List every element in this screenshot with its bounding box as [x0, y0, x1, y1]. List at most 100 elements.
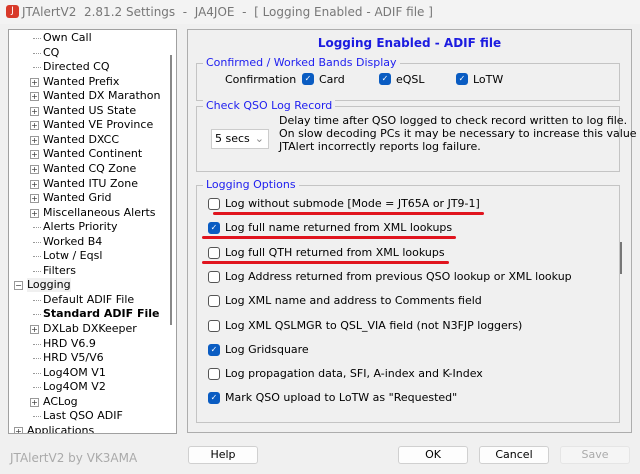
tree-item[interactable]: + ACLog: [9, 395, 169, 409]
band-checkbox-label[interactable]: eQSL: [396, 73, 425, 86]
save-button[interactable]: Save: [560, 446, 630, 464]
ok-button[interactable]: OK: [398, 446, 468, 464]
options-scrollbar[interactable]: [620, 242, 622, 274]
expand-icon[interactable]: +: [30, 325, 39, 334]
option-checkbox[interactable]: [208, 319, 220, 332]
band-checkbox[interactable]: ✓: [456, 73, 468, 85]
band-checkbox[interactable]: ✓: [379, 73, 391, 85]
expand-icon[interactable]: +: [14, 426, 23, 433]
expand-icon[interactable]: +: [30, 106, 39, 116]
tree-item[interactable]: + Wanted Grid: [9, 191, 169, 205]
tree-item-label: Default ADIF File: [43, 292, 135, 306]
tree-line: [33, 387, 41, 389]
expand-icon[interactable]: +: [30, 92, 39, 102]
tree-item[interactable]: Log4OM V1: [9, 366, 169, 380]
expand-icon[interactable]: +: [30, 77, 39, 87]
expand-icon[interactable]: +: [30, 194, 39, 204]
settings-tree[interactable]: Own Call CQ Directed CQ + Wanted Prefix + Want…: [8, 29, 177, 434]
tree-item[interactable]: + Miscellaneous Alerts: [9, 206, 169, 220]
option-label[interactable]: Log without submode [Mode = JT65A or JT9…: [225, 197, 480, 210]
tree-item[interactable]: Directed CQ: [9, 60, 169, 74]
tree-item[interactable]: CQ: [9, 46, 169, 60]
band-checkbox-label[interactable]: Card: [319, 73, 345, 86]
tree-item[interactable]: + Wanted DXCC: [9, 133, 169, 147]
option-checkbox[interactable]: ✓: [208, 392, 220, 405]
desc-line: On slow decoding PCs it may be necessary…: [279, 127, 640, 140]
tree-item[interactable]: HRD V5/V6: [9, 351, 169, 365]
band-checkbox[interactable]: ✓: [302, 73, 314, 85]
tree-item[interactable]: − Logging: [9, 278, 169, 293]
tree-item[interactable]: Alerts Priority: [9, 220, 169, 234]
option-checkbox[interactable]: [208, 295, 220, 308]
expand-icon[interactable]: +: [30, 135, 39, 145]
tree-item[interactable]: + Wanted VE Province: [9, 118, 169, 132]
tree-item-label: Logging: [27, 278, 71, 293]
option-label[interactable]: Log XML name and address to Comments fie…: [225, 294, 482, 307]
tree-item-label: Wanted DXCC: [43, 132, 120, 146]
option-checkbox[interactable]: ✓: [208, 222, 220, 235]
option-checkbox[interactable]: [208, 246, 220, 259]
tree-item[interactable]: + Wanted Prefix: [9, 75, 169, 89]
option-checkbox[interactable]: [208, 270, 220, 283]
tree-line: [33, 343, 41, 345]
option-label[interactable]: Log Address returned from previous QSO l…: [225, 270, 572, 283]
expand-icon[interactable]: +: [30, 164, 39, 174]
tree-item[interactable]: HRD V6.9: [9, 337, 169, 351]
check-qso-group: Check QSO Log Record 5 secs ⌄ Delay time …: [196, 99, 640, 172]
tree-item-label: Standard ADIF File: [43, 307, 160, 321]
help-button[interactable]: Help: [188, 446, 258, 464]
option-checkbox[interactable]: ✓: [208, 343, 220, 356]
tree-scrollbar[interactable]: [170, 55, 172, 325]
tree-item[interactable]: Standard ADIF File: [9, 307, 169, 321]
option-label[interactable]: Log full name returned from XML lookups: [225, 221, 452, 234]
tree-item[interactable]: + Wanted US State: [9, 104, 169, 118]
tree-item-label: Wanted Continent: [43, 147, 143, 161]
option-label[interactable]: Log Gridsquare: [225, 343, 309, 356]
app-icon: J: [6, 5, 19, 18]
expand-icon[interactable]: +: [30, 179, 39, 189]
tree-item[interactable]: + Wanted CQ Zone: [9, 162, 169, 176]
option-label[interactable]: Log full QTH returned from XML lookups: [225, 246, 445, 259]
desc-line: Delay time after QSO logged to check rec…: [279, 114, 628, 127]
bands-display-group: Confirmed / Worked Bands Display Confirm…: [196, 56, 620, 101]
tree-item-label: Log4OM V1: [43, 365, 106, 379]
option-checkbox[interactable]: [208, 198, 220, 210]
tree-item-label: Applications: [27, 423, 95, 434]
tree-item[interactable]: Log4OM V2: [9, 380, 169, 394]
option-label[interactable]: Mark QSO upload to LoTW as "Requested": [225, 391, 457, 404]
tree-item-label: HRD V5/V6: [43, 351, 104, 365]
option-checkbox[interactable]: [208, 368, 220, 381]
tree-item[interactable]: + Wanted DX Marathon: [9, 89, 169, 103]
tree-item[interactable]: Default ADIF File: [9, 293, 169, 307]
cancel-button[interactable]: Cancel: [479, 446, 549, 464]
collapse-icon[interactable]: −: [14, 281, 23, 291]
highlight-underline: [213, 212, 484, 215]
tree-item-label: Worked B4: [43, 234, 103, 248]
tree-item[interactable]: + DXLab DXKeeper: [9, 322, 169, 336]
expand-icon[interactable]: +: [30, 121, 39, 131]
tree-item[interactable]: + Wanted Continent: [9, 147, 169, 161]
expand-icon[interactable]: +: [30, 208, 39, 218]
tree-item[interactable]: Last QSO ADIF: [9, 409, 169, 423]
delay-select[interactable]: 5 secs ⌄: [211, 129, 269, 149]
tree-item[interactable]: Worked B4: [9, 235, 169, 249]
tree-line: [33, 416, 41, 418]
tree-item[interactable]: + Wanted ITU Zone: [9, 177, 169, 191]
highlight-underline: [202, 236, 456, 240]
band-checkbox-label[interactable]: LoTW: [473, 73, 503, 86]
tree-item[interactable]: Lotw / Eqsl: [9, 249, 169, 263]
tree-item-label: Lotw / Eqsl: [43, 249, 103, 263]
tree-item-label: Filters: [43, 263, 76, 277]
expand-icon[interactable]: +: [30, 397, 39, 407]
tree-item[interactable]: + Applications: [9, 423, 169, 434]
highlight-underline: [202, 260, 449, 264]
tree-line: [33, 299, 41, 301]
tree-item[interactable]: Filters: [9, 264, 169, 278]
tree-item-label: Wanted Prefix: [43, 74, 120, 88]
option-label[interactable]: Log propagation data, SFI, A-index and K…: [225, 367, 483, 380]
tree-item[interactable]: Own Call: [9, 31, 169, 45]
option-label[interactable]: Log XML QSLMGR to QSL_VIA field (not N3F…: [225, 319, 522, 332]
tree-item-label: Log4OM V2: [43, 380, 106, 394]
expand-icon[interactable]: +: [30, 150, 39, 160]
tree-item-label: Wanted VE Province: [43, 118, 154, 132]
